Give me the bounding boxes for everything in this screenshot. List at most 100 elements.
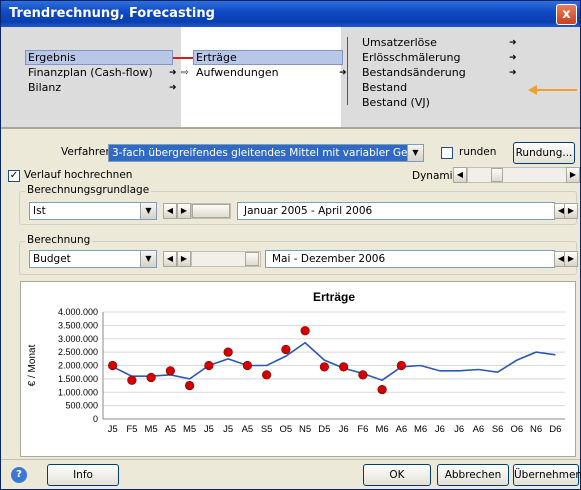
arrow-icon: ➜ (339, 68, 347, 78)
tree-line (347, 37, 348, 105)
nav-item-bestand[interactable]: Bestand (362, 81, 407, 94)
x-tick-label: M6 (414, 424, 427, 435)
grundlage-range-next-icon[interactable]: ▶ (564, 203, 578, 219)
nav-item-ergebnis[interactable]: Ergebnis (28, 51, 76, 64)
apply-button[interactable]: Übernehmen (513, 464, 581, 486)
data-point (358, 370, 368, 380)
chart-panel: Erträge 4.000.000 3.500.000 3.000.000 2.500.… (20, 281, 576, 457)
x-tick-label: M5 (183, 424, 196, 435)
y-tick-label: 4.000.000 (58, 307, 98, 317)
x-tick-label: O5 (280, 424, 293, 435)
grundlage-prev-icon[interactable]: ◀ (163, 203, 177, 219)
y-tick-label: 2.000.000 (58, 361, 98, 371)
berechnung-range: Mai - Dezember 2006 (265, 250, 555, 268)
grundlage-next-icon[interactable]: ▶ (177, 203, 191, 219)
x-tick-label: S5 (261, 424, 273, 435)
data-point (339, 362, 349, 372)
y-tick-label: 3.500.000 (58, 320, 98, 330)
x-tick-label: J6 (339, 424, 349, 435)
verlauf-label: Verlauf hochrechnen (24, 169, 133, 181)
x-tick-label: A5 (165, 424, 177, 435)
arrow-icon: ➜ (509, 53, 517, 63)
data-point (127, 375, 137, 385)
chevron-down-icon[interactable]: ▼ (140, 203, 156, 219)
rundung-button[interactable]: Rundung... (513, 142, 575, 164)
x-tick-label: M5 (145, 424, 158, 435)
grundlage-value: Ist (33, 205, 46, 217)
nav-item-umsatzerloese[interactable]: Umsatzerlöse (362, 36, 437, 49)
x-tick-label: A6 (473, 424, 485, 435)
verfahren-select[interactable]: 3-fach übergreifendes gleitendes Mittel … (108, 144, 424, 162)
dynamik-slider-track[interactable] (467, 167, 567, 183)
grundlage-range: Januar 2005 - April 2006 (237, 202, 555, 220)
dynamik-label: Dynamik (412, 170, 459, 182)
data-point (396, 360, 406, 371)
x-tick-label: D6 (549, 424, 561, 435)
nav-item-ertraege[interactable]: Erträge (196, 51, 237, 64)
berechnung-value: Budget (33, 253, 71, 265)
x-tick-label: J5 (108, 424, 118, 435)
callout-arrow-line (531, 89, 577, 91)
data-point (377, 384, 387, 395)
berechnung-select[interactable]: Budget ▼ (29, 250, 157, 268)
trend-line (112, 341, 556, 382)
chevron-down-icon[interactable]: ▼ (140, 251, 156, 267)
nav-item-bilanz[interactable]: Bilanz (28, 81, 61, 94)
x-tick-label: A6 (396, 424, 408, 435)
title-bar: Trendrechnung, Forecasting x (1, 1, 580, 27)
x-tick-label: J5 (223, 424, 233, 435)
berechnung-slider-thumb[interactable] (245, 252, 259, 266)
callout-arrow-icon (528, 85, 537, 95)
x-tick-label: O6 (511, 424, 524, 435)
cancel-button[interactable]: Abbrechen (437, 464, 509, 486)
runden-checkbox[interactable] (441, 147, 453, 159)
ok-button[interactable]: OK (363, 464, 431, 486)
arrow-icon: ➜ (169, 68, 177, 78)
y-tick-label: 2.500.000 (58, 347, 98, 357)
verlauf-checkbox[interactable]: ✓ (8, 170, 20, 182)
forecast-chart: Erträge 4.000.000 3.500.000 3.000.000 2.500.… (27, 290, 565, 435)
grundlage-slider-thumb[interactable] (192, 204, 230, 218)
berechnung-range-next-icon[interactable]: ▶ (564, 251, 578, 267)
divider (1, 127, 580, 129)
arrow-icon: ➜ (509, 38, 517, 48)
grundlage-select[interactable]: Ist ▼ (29, 202, 157, 220)
help-icon[interactable]: ? (11, 467, 27, 483)
info-button[interactable]: Info (47, 464, 119, 486)
chart-title: Erträge (313, 290, 355, 304)
data-point (165, 366, 175, 376)
chevron-down-icon[interactable]: ▼ (407, 145, 423, 161)
nav-item-aufwendungen[interactable]: Aufwendungen (196, 66, 279, 79)
nav-item-finanzplan[interactable]: Finanzplan (Cash-flow) (28, 66, 153, 79)
data-point (319, 362, 329, 372)
y-axis-label: € / Monat (27, 344, 38, 386)
nav-item-erloesschmaelerung[interactable]: Erlösschmälerung (362, 51, 460, 64)
berechnung-title: Berechnung (25, 234, 93, 246)
data-point (262, 370, 272, 380)
x-tick-label: F5 (126, 424, 137, 435)
dynamik-left-icon[interactable]: ◀ (453, 167, 467, 183)
x-tick-label: J6 (454, 424, 464, 435)
berechnung-next-icon[interactable]: ▶ (177, 251, 191, 267)
berechnung-prev-icon[interactable]: ◀ (163, 251, 177, 267)
x-tick-label: J5 (204, 424, 214, 435)
data-point (204, 360, 214, 371)
dynamik-right-icon[interactable]: ▶ (566, 167, 580, 183)
y-tick-label: 1.000.000 (58, 387, 98, 397)
expand-icon: ⇨ (181, 68, 189, 78)
dynamik-slider-thumb[interactable] (491, 168, 503, 182)
data-point (146, 372, 156, 383)
nav-item-bestand-vj[interactable]: Bestand (VJ) (362, 96, 430, 109)
x-tick-label: A5 (242, 424, 254, 435)
verfahren-value: 3-fach übergreifendes gleitendes Mittel … (112, 147, 424, 159)
data-point (300, 326, 310, 336)
x-tick-label: N6 (530, 424, 542, 435)
data-point (281, 344, 291, 355)
arrow-icon: ➜ (169, 83, 177, 93)
x-tick-label: N5 (299, 424, 311, 435)
runden-label: runden (459, 146, 497, 158)
nav-item-bestandsaenderung[interactable]: Bestandsänderung (362, 66, 466, 79)
dialog-window: Trendrechnung, Forecasting x Ergebnis Fi… (0, 0, 581, 490)
close-button[interactable]: x (556, 4, 577, 25)
data-point (185, 380, 195, 391)
